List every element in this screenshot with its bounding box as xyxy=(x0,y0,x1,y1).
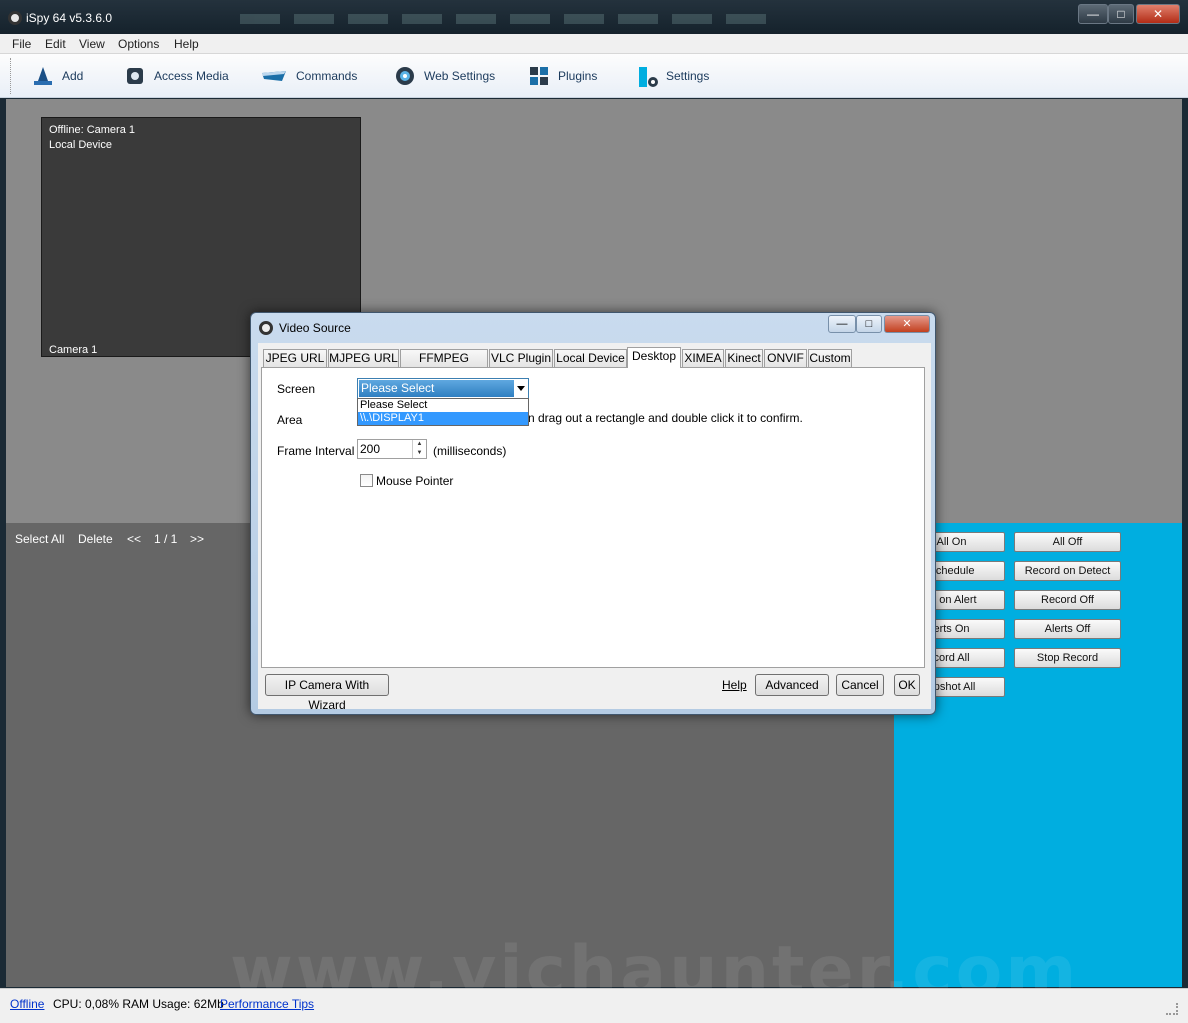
status-usage: CPU: 0,08% RAM Usage: 62Mb xyxy=(53,997,224,1011)
plugins-icon xyxy=(528,65,550,87)
frame-interval-unit: (milliseconds) xyxy=(433,444,507,458)
page-indicator: 1 / 1 xyxy=(154,532,178,546)
web-settings-button[interactable]: Web Settings xyxy=(394,60,495,92)
advanced-button[interactable]: Advanced xyxy=(755,674,829,696)
tab-onvif[interactable]: ONVIF xyxy=(764,349,807,367)
window-title: iSpy 64 v5.3.6.0 xyxy=(26,11,113,25)
screen-select[interactable]: Please Select xyxy=(357,378,529,399)
mouse-pointer-checkbox[interactable] xyxy=(360,474,373,487)
tab-mjpeg-url[interactable]: MJPEG URL xyxy=(328,349,399,367)
menu-options[interactable]: Options xyxy=(118,37,159,51)
tab-desktop[interactable]: Desktop xyxy=(627,347,681,368)
background-taskbar-ghost xyxy=(240,14,840,28)
stepper-down-icon[interactable]: ▼ xyxy=(413,449,426,458)
access-media-label: Access Media xyxy=(154,69,229,83)
stepper-up-icon[interactable]: ▲ xyxy=(413,440,426,449)
stepper-arrows[interactable]: ▲ ▼ xyxy=(412,440,426,458)
video-source-dialog: Video Source — □ ✕ JPEG URL MJPEG URL FF… xyxy=(250,312,936,715)
performance-tips-link[interactable]: Performance Tips xyxy=(220,997,314,1011)
window-titlebar: iSpy 64 v5.3.6.0 — □ ✕ xyxy=(0,0,1188,34)
select-all-link[interactable]: Select All xyxy=(15,532,64,546)
tab-ffmpeg[interactable]: FFMPEG (H264) xyxy=(400,349,488,382)
tab-vlc-plugin[interactable]: VLC Plugin xyxy=(489,349,553,367)
prev-page-link[interactable]: << xyxy=(127,532,141,546)
dialog-minimize-button[interactable]: — xyxy=(828,315,856,333)
camera-status: Offline: Camera 1 xyxy=(49,124,136,136)
desktop-tab-panel: Screen Please Select Please Select \\.\D… xyxy=(261,367,925,668)
record-off-button[interactable]: Record Off xyxy=(1014,590,1121,610)
ok-button[interactable]: OK xyxy=(894,674,920,696)
add-icon xyxy=(32,65,54,87)
settings-button[interactable]: Settings xyxy=(636,60,709,92)
menu-view[interactable]: View xyxy=(79,37,105,51)
commands-icon xyxy=(260,65,288,87)
status-bar: Offline CPU: 0,08% RAM Usage: 62Mb Perfo… xyxy=(0,988,1188,1023)
settings-icon xyxy=(636,65,658,87)
media-icon xyxy=(124,65,146,87)
screen-option-please-select[interactable]: Please Select xyxy=(358,399,528,412)
alerts-off-button[interactable]: Alerts Off xyxy=(1014,619,1121,639)
dialog-close-button[interactable]: ✕ xyxy=(884,315,930,333)
cancel-button[interactable]: Cancel xyxy=(836,674,884,696)
menu-file[interactable]: File xyxy=(12,37,31,51)
commands-label: Commands xyxy=(296,69,358,83)
next-page-link[interactable]: >> xyxy=(190,532,204,546)
tab-ximea[interactable]: XIMEA xyxy=(682,349,724,367)
tab-custom[interactable]: Custom xyxy=(808,349,852,367)
frame-interval-label: Frame Interval xyxy=(277,444,355,458)
mouse-pointer-label: Mouse Pointer xyxy=(376,474,454,488)
camera-name: Camera 1 xyxy=(49,344,98,356)
ispy-app-icon xyxy=(8,11,22,25)
menu-help[interactable]: Help xyxy=(174,37,199,51)
toolbar-grip xyxy=(10,58,13,94)
dialog-help-link[interactable]: Help xyxy=(722,678,747,692)
frame-interval-stepper[interactable]: 200 ▲ ▼ xyxy=(357,439,427,459)
screen-dropdown-list: Please Select \\.\DISPLAY1 xyxy=(357,398,529,426)
menu-edit[interactable]: Edit xyxy=(45,37,66,51)
add-label: Add xyxy=(62,69,84,83)
close-button[interactable]: ✕ xyxy=(1136,4,1180,24)
dialog-body: JPEG URL MJPEG URL FFMPEG (H264) VLC Plu… xyxy=(258,343,931,712)
screen-selected-value: Please Select xyxy=(359,380,514,397)
plugins-button[interactable]: Plugins xyxy=(528,60,597,92)
dropdown-arrow-icon xyxy=(517,386,525,391)
resize-grip-icon[interactable] xyxy=(1166,1003,1178,1015)
minimize-button[interactable]: — xyxy=(1078,4,1108,24)
delete-link[interactable]: Delete xyxy=(78,532,113,546)
camera-device: Local Device xyxy=(49,139,112,151)
frame-interval-value: 200 xyxy=(360,442,381,456)
area-hint: n drag out a rectangle and double click … xyxy=(528,411,803,425)
settings-label: Settings xyxy=(666,69,710,83)
all-off-button[interactable]: All Off xyxy=(1014,532,1121,552)
status-offline-link[interactable]: Offline xyxy=(10,997,44,1011)
web-settings-icon xyxy=(394,65,416,87)
area-label: Area xyxy=(277,413,303,427)
dialog-maximize-button[interactable]: □ xyxy=(856,315,882,333)
tab-kinect[interactable]: Kinect xyxy=(725,349,763,367)
maximize-button[interactable]: □ xyxy=(1108,4,1134,24)
record-on-detect-button[interactable]: Record on Detect xyxy=(1014,561,1121,581)
dialog-app-icon xyxy=(259,321,273,335)
command-panel: All On Schedule rd on Alert erts On cord… xyxy=(894,523,1182,987)
add-button[interactable]: Add xyxy=(32,60,83,92)
dialog-title: Video Source xyxy=(279,321,351,335)
screen-label: Screen xyxy=(277,382,316,396)
stop-record-button[interactable]: Stop Record xyxy=(1014,648,1121,668)
access-media-button[interactable]: Access Media xyxy=(124,60,229,92)
tab-jpeg-url[interactable]: JPEG URL xyxy=(263,349,327,367)
plugins-label: Plugins xyxy=(558,69,598,83)
main-toolbar: Add Access Media Commands Web Settings P… xyxy=(0,54,1188,98)
menu-bar: File Edit View Options Help xyxy=(0,34,1188,54)
tab-local-device[interactable]: Local Device xyxy=(554,349,627,367)
commands-button[interactable]: Commands xyxy=(260,60,357,92)
ip-camera-wizard-button[interactable]: IP Camera With Wizard xyxy=(265,674,389,712)
screen-option-display1[interactable]: \\.\DISPLAY1 xyxy=(358,412,528,425)
web-settings-label: Web Settings xyxy=(424,69,496,83)
